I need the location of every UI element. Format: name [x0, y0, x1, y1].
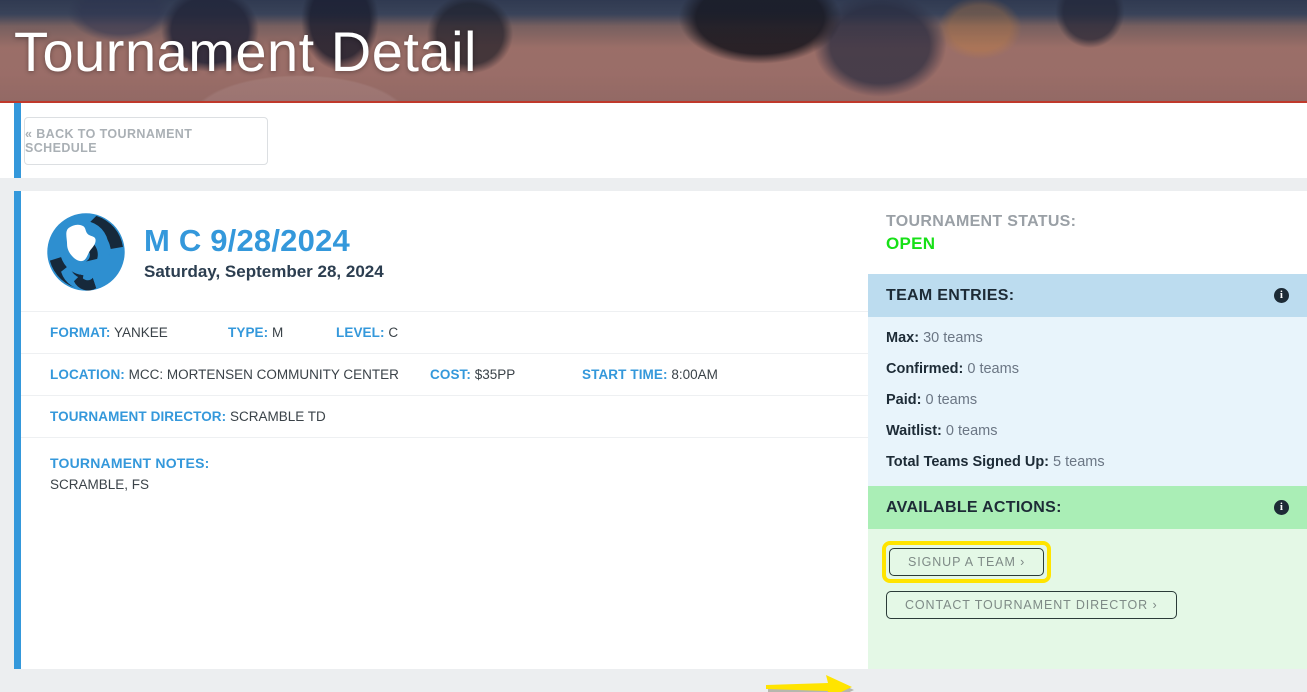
available-actions-header: AVAILABLE ACTIONS: i — [868, 486, 1307, 529]
entry-line-paid: Paid: 0 teams — [886, 392, 978, 408]
section-gap — [0, 178, 1307, 191]
level-field: LEVEL: C — [336, 325, 399, 340]
tournament-status-value: OPEN — [886, 234, 936, 253]
page-title: Tournament Detail — [14, 20, 477, 83]
tournament-notes-value: SCRAMBLE, FS — [50, 477, 150, 492]
info-icon[interactable]: i — [1274, 500, 1289, 515]
cost-field: COST: $35PP — [430, 367, 516, 382]
signup-highlight-box: SIGNUP A TEAM › — [882, 541, 1052, 583]
tournament-date: Saturday, September 28, 2024 — [144, 262, 384, 281]
tournament-director-field: TOURNAMENT DIRECTOR: SCRAMBLE TD — [50, 409, 326, 424]
blue-accent-bar — [14, 103, 21, 178]
team-entries-title: TEAM ENTRIES: — [886, 286, 1015, 304]
tournament-detail-card: M C 9/28/2024 Saturday, September 28, 20… — [14, 191, 868, 669]
format-field: FORMAT: YANKEE — [50, 325, 168, 340]
entry-line-confirmed: Confirmed: 0 teams — [886, 361, 1019, 377]
entry-line-waitlist: Waitlist: 0 teams — [886, 423, 998, 439]
sidebar: TOURNAMENT STATUS: OPEN TEAM ENTRIES: i … — [868, 191, 1307, 669]
tournament-status-box: TOURNAMENT STATUS: OPEN — [868, 191, 1307, 274]
entry-line-total-signed-up: Total Teams Signed Up: 5 teams — [886, 454, 1105, 470]
info-row-location-cost-time: LOCATION: MCC: MORTENSEN COMMUNITY CENTE… — [21, 354, 868, 396]
volleyball-logo — [43, 209, 129, 295]
entry-line-max: Max: 30 teams — [886, 330, 983, 346]
page-body: « BACK TO TOURNAMENT SCHEDULE M C 9/28/2… — [0, 103, 1307, 692]
team-entries-body: Max: 30 teams Confirmed: 0 teams Paid: 0… — [868, 317, 1307, 486]
location-field: LOCATION: MCC: MORTENSEN COMMUNITY CENTE… — [50, 367, 399, 382]
tournament-notes-label: TOURNAMENT NOTES: — [50, 455, 210, 471]
info-row-tournament-director: TOURNAMENT DIRECTOR: SCRAMBLE TD — [21, 396, 868, 438]
available-actions-body: SIGNUP A TEAM › CONTACT TOURNAMENT DIREC… — [868, 529, 1307, 669]
hero-banner: Tournament Detail — [0, 0, 1307, 103]
start-time-field: START TIME: 8:00AM — [582, 367, 718, 382]
available-actions-title: AVAILABLE ACTIONS: — [886, 498, 1062, 516]
tournament-name: M C 9/28/2024 — [144, 223, 350, 258]
info-icon[interactable]: i — [1274, 288, 1289, 303]
back-bar-card: « BACK TO TOURNAMENT SCHEDULE — [0, 103, 1307, 178]
tournament-status-label: TOURNAMENT STATUS: — [886, 213, 1077, 230]
footer-spacer — [0, 669, 1307, 692]
blue-accent-bar-left — [14, 191, 21, 669]
detail-columns: M C 9/28/2024 Saturday, September 28, 20… — [0, 191, 1307, 669]
info-row-format-type-level: FORMAT: YANKEE TYPE: M LEVEL: C — [21, 312, 868, 354]
contact-button-row: CONTACT TOURNAMENT DIRECTOR › — [886, 591, 1307, 619]
tournament-header: M C 9/28/2024 Saturday, September 28, 20… — [21, 191, 868, 312]
contact-tournament-director-button[interactable]: CONTACT TOURNAMENT DIRECTOR › — [886, 591, 1177, 619]
type-field: TYPE: M — [228, 325, 284, 340]
back-to-tournament-schedule-button[interactable]: « BACK TO TOURNAMENT SCHEDULE — [24, 116, 268, 165]
tournament-notes: TOURNAMENT NOTES: SCRAMBLE, FS — [21, 438, 868, 492]
signup-a-team-button[interactable]: SIGNUP A TEAM › — [889, 548, 1045, 576]
team-entries-header: TEAM ENTRIES: i — [868, 274, 1307, 317]
